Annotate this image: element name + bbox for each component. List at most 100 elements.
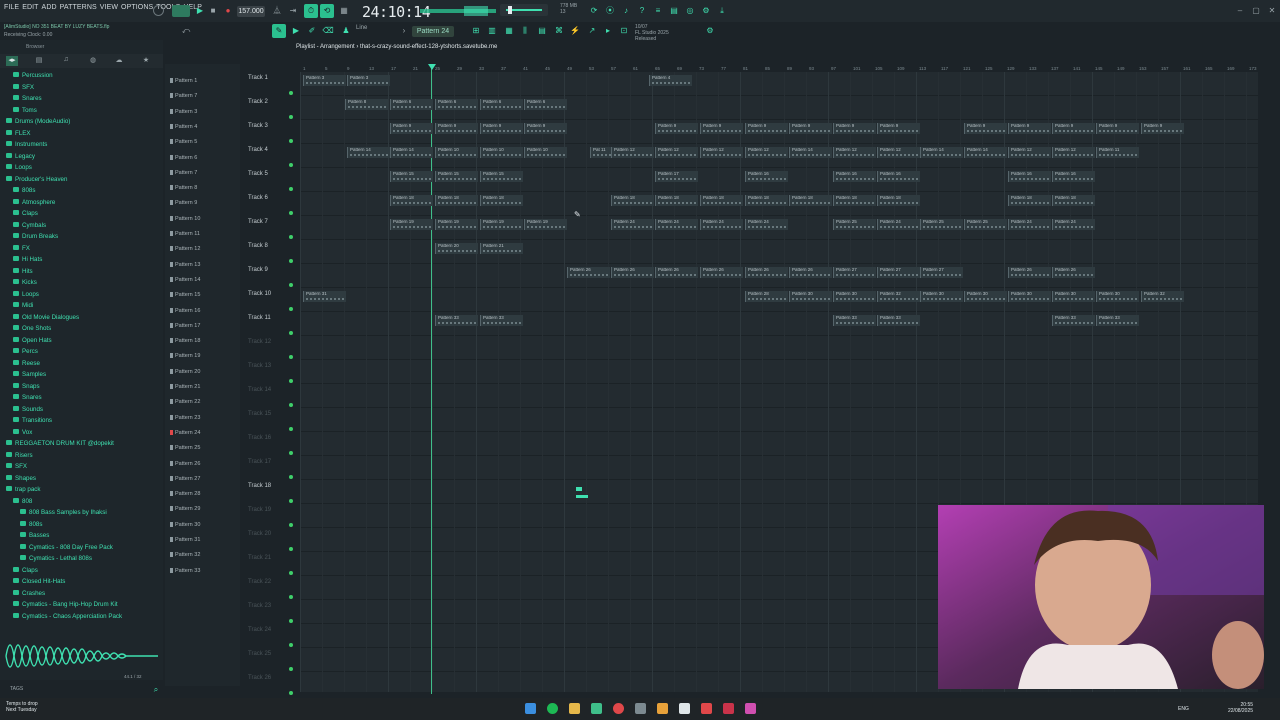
browser-item[interactable]: Snares (13, 394, 42, 402)
pattern-clip[interactable]: Pattern 21 (480, 243, 523, 254)
gear-icon[interactable]: ⚙ (704, 25, 716, 37)
browser-tab-world-icon[interactable]: ◍ (87, 56, 99, 66)
browser-item[interactable]: trap pack (6, 486, 40, 494)
menu-file[interactable]: FILE (4, 4, 19, 11)
browser-item[interactable]: Sounds (13, 405, 43, 414)
recording-icon[interactable]: ⦿ (604, 5, 616, 17)
picker-pattern[interactable]: Pattern 30 (170, 522, 200, 528)
track-mute-led[interactable] (289, 259, 293, 263)
pattern-clip[interactable]: Pattern 26 (567, 267, 610, 278)
pattern-clip[interactable]: Pattern 18 (1008, 195, 1051, 206)
pattern-clip[interactable]: Pattern 9 (524, 123, 567, 134)
pattern-clip[interactable]: Pattern 18 (700, 195, 743, 206)
pattern-clip[interactable]: Pattern 3 (347, 75, 390, 86)
pattern-clip[interactable]: Pattern 17 (655, 171, 698, 182)
play-pattern-icon[interactable]: ▶ (290, 25, 302, 37)
pattern-clip[interactable]: Pattern 26 (1008, 267, 1051, 278)
pattern-clip[interactable]: Pattern 10 (435, 147, 478, 158)
track-mute-led[interactable] (289, 451, 293, 455)
browser-item[interactable]: Loops (6, 164, 32, 172)
browser-item[interactable]: 808s (20, 520, 42, 529)
pattern-clip[interactable]: Pattern 14 (920, 147, 963, 158)
menu-patterns[interactable]: PATTERNS (60, 4, 97, 11)
pattern-clip[interactable]: Pattern 12 (655, 147, 698, 158)
browser-item[interactable]: Kicks (13, 279, 37, 287)
picker-pattern[interactable]: Pattern 7 (170, 93, 197, 99)
picker-pattern[interactable]: Pattern 10 (170, 216, 200, 222)
track-name[interactable]: Track 24 (248, 627, 271, 633)
browser-item[interactable]: One Shots (13, 325, 51, 333)
app2-icon[interactable] (635, 703, 646, 714)
pattern-selector[interactable]: Pattern 24 (412, 26, 454, 37)
pattern-clip[interactable]: Pattern 6 (390, 99, 433, 110)
browser-item[interactable]: Transitions (13, 417, 52, 425)
menu-add[interactable]: ADD (42, 4, 57, 11)
playhead[interactable] (431, 64, 432, 694)
browser-item[interactable]: Vox (13, 428, 32, 437)
app3-icon[interactable] (679, 703, 690, 714)
track-mute-led[interactable] (289, 163, 293, 167)
pattern-clip[interactable]: Pattern 24 (1008, 219, 1051, 230)
picker-pattern[interactable]: Pattern 28 (170, 491, 200, 497)
pattern-clip[interactable]: Pattern 27 (877, 267, 920, 278)
chat-icon[interactable]: ◎ (684, 5, 696, 17)
track-name[interactable]: Track 13 (248, 363, 271, 369)
settings-icon[interactable]: ⚙ (700, 5, 712, 17)
pattern-clip[interactable]: Pattern 26 (700, 267, 743, 278)
browser-item[interactable]: Producer's Heaven (6, 175, 67, 184)
pattern-clip[interactable]: Pattern 16 (877, 171, 920, 182)
picker-pattern[interactable]: Pattern 27 (170, 476, 200, 482)
arrow-icon[interactable]: › (398, 25, 410, 37)
browser-item[interactable]: SFX (6, 463, 27, 471)
pattern-clip[interactable]: Pattern 30 (1008, 291, 1051, 302)
link-icon[interactable]: ↗ (586, 25, 598, 37)
plug-icon[interactable]: ⚡ (569, 25, 581, 37)
paint-tool-icon[interactable]: ✐ (306, 25, 318, 37)
pattern-clip[interactable]: Pattern 24 (655, 219, 698, 230)
pattern-clip[interactable]: Pattern 6 (435, 99, 478, 110)
track-name[interactable]: Track 10 (248, 291, 271, 297)
pattern-clip[interactable]: Pattern 33 (1096, 315, 1139, 326)
pattern-clip[interactable]: Pattern 16 (833, 171, 876, 182)
minimize-icon[interactable]: – (1234, 5, 1246, 17)
track-mute-led[interactable] (289, 667, 293, 671)
master-volume-slider[interactable] (500, 4, 548, 16)
browser-item[interactable]: FLEX (6, 129, 30, 138)
pattern-clip[interactable]: Pattern 9 (964, 123, 1007, 134)
pattern-clip[interactable]: Pattern 18 (480, 195, 523, 206)
menu-options[interactable]: OPTIONS (121, 4, 153, 11)
menu-edit[interactable]: EDIT (22, 4, 38, 11)
pattern-clip[interactable]: Pattern 24 (700, 219, 743, 230)
browser-tab-plugins-icon[interactable]: ♫ (60, 56, 72, 66)
pattern-clip[interactable]: Pattern 9 (480, 123, 523, 134)
browser-item[interactable]: Reese (13, 359, 40, 368)
pattern-clip[interactable]: Pattern 33 (833, 315, 876, 326)
browser-item[interactable]: 808s (13, 187, 35, 195)
pattern-clip[interactable]: Pattern 10 (480, 147, 523, 158)
pattern-clip[interactable]: Pattern 9 (877, 123, 920, 134)
pattern-clip[interactable]: Pattern 24 (1052, 219, 1095, 230)
pattern-clip[interactable]: Pattern 33 (435, 315, 478, 326)
stop-icon[interactable]: ■ (207, 5, 219, 17)
wait-input-icon[interactable]: ⇥ (287, 5, 299, 17)
track-name[interactable]: Track 19 (248, 507, 271, 513)
browser-tab-favorites-icon[interactable]: ★ (140, 56, 152, 66)
browser-item[interactable]: SFX (13, 83, 34, 92)
countdown-icon[interactable]: ⏱ (304, 4, 318, 18)
help-icon[interactable]: ? (636, 5, 648, 17)
pattern-clip[interactable]: Pattern 15 (435, 171, 478, 182)
browser-item[interactable]: Cymatics - Chaos Apperciation Pack (13, 612, 122, 621)
pattern-clip[interactable]: Pattern 31 (303, 291, 346, 302)
browser-item[interactable]: Snares (13, 95, 42, 103)
pattern-clip[interactable]: Pattern 18 (390, 195, 433, 206)
browser-item[interactable]: Hits (13, 267, 33, 276)
picker-pattern[interactable]: Pattern 17 (170, 323, 200, 329)
pattern-clip[interactable]: Pattern 12 (1052, 147, 1095, 158)
track-mute-led[interactable] (289, 355, 293, 359)
tempo-display[interactable]: 157.000 (237, 6, 265, 17)
track-name[interactable]: Track 15 (248, 411, 271, 417)
track-mute-led[interactable] (289, 523, 293, 527)
picker-pattern[interactable]: Pattern 5 (170, 139, 197, 145)
pattern-clip[interactable]: Pattern 12 (833, 147, 876, 158)
pattern-clip[interactable]: Pattern 18 (655, 195, 698, 206)
